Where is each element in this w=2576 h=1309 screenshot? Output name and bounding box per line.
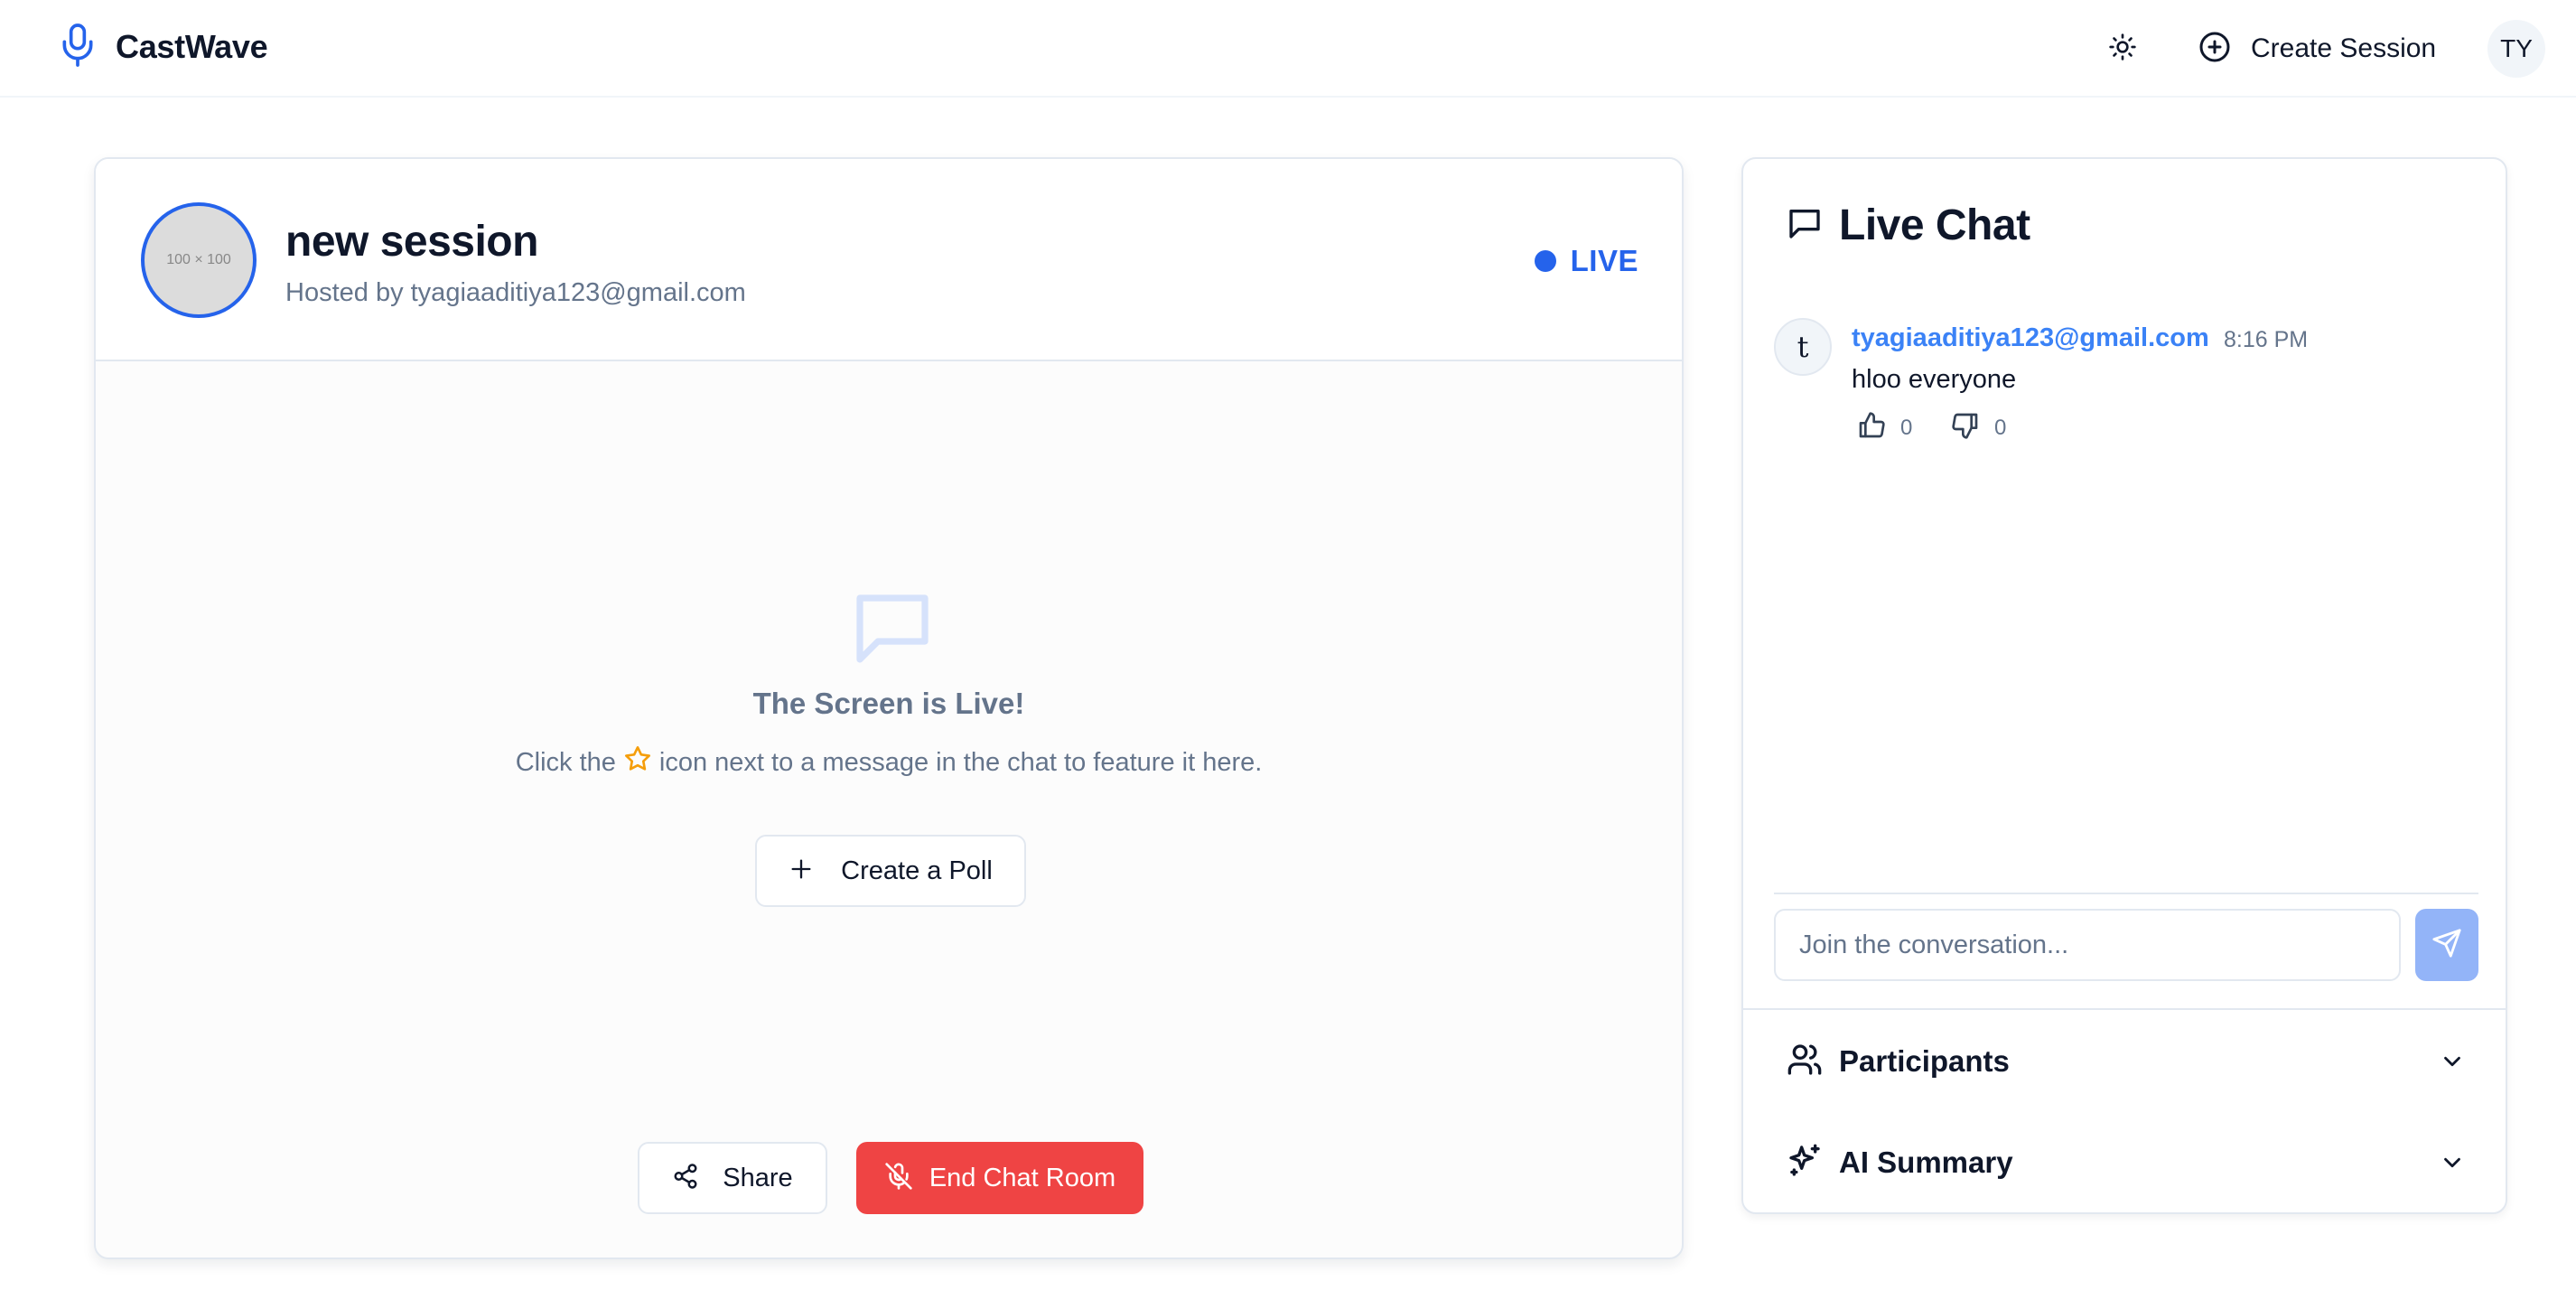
share-icon	[672, 1163, 699, 1194]
brand[interactable]: CastWave	[58, 22, 268, 73]
dislike-count: 0	[1994, 416, 2007, 440]
live-chat-header: Live Chat	[1787, 201, 2030, 250]
mic-off-icon	[884, 1162, 913, 1195]
thumbs-up-icon	[1857, 411, 1886, 446]
chevron-down-icon	[2439, 1048, 2466, 1080]
message-square-icon	[849, 584, 936, 670]
host-avatar: 100 × 100	[141, 202, 257, 318]
live-chat-panel: Live Chat t tyagiaaditiya123@gmail.com 8…	[1741, 157, 2507, 1214]
send-message-button[interactable]	[2415, 909, 2478, 981]
live-status-badge: LIVE	[1534, 244, 1638, 278]
live-dot-icon	[1534, 250, 1556, 272]
share-button[interactable]: Share	[638, 1142, 827, 1214]
users-icon	[1787, 1042, 1823, 1082]
empty-desc-after: icon next to a message in the chat to fe…	[658, 747, 1263, 777]
create-poll-label: Create a Poll	[841, 856, 993, 885]
star-icon	[623, 744, 652, 781]
message-time: 8:16 PM	[2224, 327, 2309, 352]
section-divider	[1743, 1008, 2506, 1010]
ai-summary-accordion[interactable]: AI Summary	[1787, 1131, 2466, 1194]
sun-icon	[2108, 33, 2137, 66]
create-session-button[interactable]: Create Session	[2186, 20, 2449, 78]
live-status-text: LIVE	[1570, 244, 1638, 277]
chat-divider	[1774, 893, 2478, 894]
end-chat-room-button[interactable]: End Chat Room	[856, 1142, 1143, 1214]
session-header: 100 × 100 new session Hosted by tyagiaad…	[96, 159, 1682, 361]
share-label: Share	[723, 1163, 793, 1192]
brand-name: CastWave	[116, 28, 268, 65]
thumbs-down-icon	[1951, 411, 1980, 446]
theme-toggle-button[interactable]	[2094, 20, 2151, 78]
message-author[interactable]: tyagiaaditiya123@gmail.com	[1852, 323, 2209, 353]
participants-accordion[interactable]: Participants	[1787, 1030, 2466, 1093]
like-button[interactable]: 0	[1857, 410, 1912, 446]
microphone-icon	[58, 22, 98, 73]
create-session-label: Create Session	[2251, 33, 2437, 63]
chevron-down-icon	[2439, 1149, 2466, 1181]
empty-desc-before: Click the	[515, 747, 616, 777]
plus-icon	[789, 856, 814, 886]
empty-state-description: Click the icon next to a message in the …	[96, 744, 1682, 781]
participants-title: Participants	[1839, 1044, 2010, 1078]
like-count: 0	[1900, 416, 1913, 440]
session-host: Hosted by tyagiaaditiya123@gmail.com	[285, 278, 746, 307]
session-card: 100 × 100 new session Hosted by tyagiaad…	[94, 157, 1684, 1259]
sparkles-icon	[1787, 1143, 1823, 1183]
send-icon	[2431, 928, 2462, 963]
empty-state-title: The Screen is Live!	[752, 687, 1025, 720]
end-chat-room-label: End Chat Room	[929, 1163, 1116, 1192]
session-title: new session	[285, 218, 538, 266]
message-avatar: t	[1774, 318, 1832, 376]
message-square-icon	[1787, 205, 1823, 246]
user-avatar[interactable]: TY	[2487, 20, 2545, 78]
dislike-button[interactable]: 0	[1951, 410, 2006, 446]
live-chat-title: Live Chat	[1839, 201, 2030, 249]
create-poll-button[interactable]: Create a Poll	[755, 835, 1026, 907]
message-text: hloo everyone	[1852, 365, 2017, 394]
plus-circle-icon	[2198, 31, 2231, 68]
top-navbar: CastWave Create Session TY	[0, 0, 2576, 98]
chat-message-input[interactable]	[1774, 909, 2401, 981]
ai-summary-title: AI Summary	[1839, 1145, 2013, 1179]
